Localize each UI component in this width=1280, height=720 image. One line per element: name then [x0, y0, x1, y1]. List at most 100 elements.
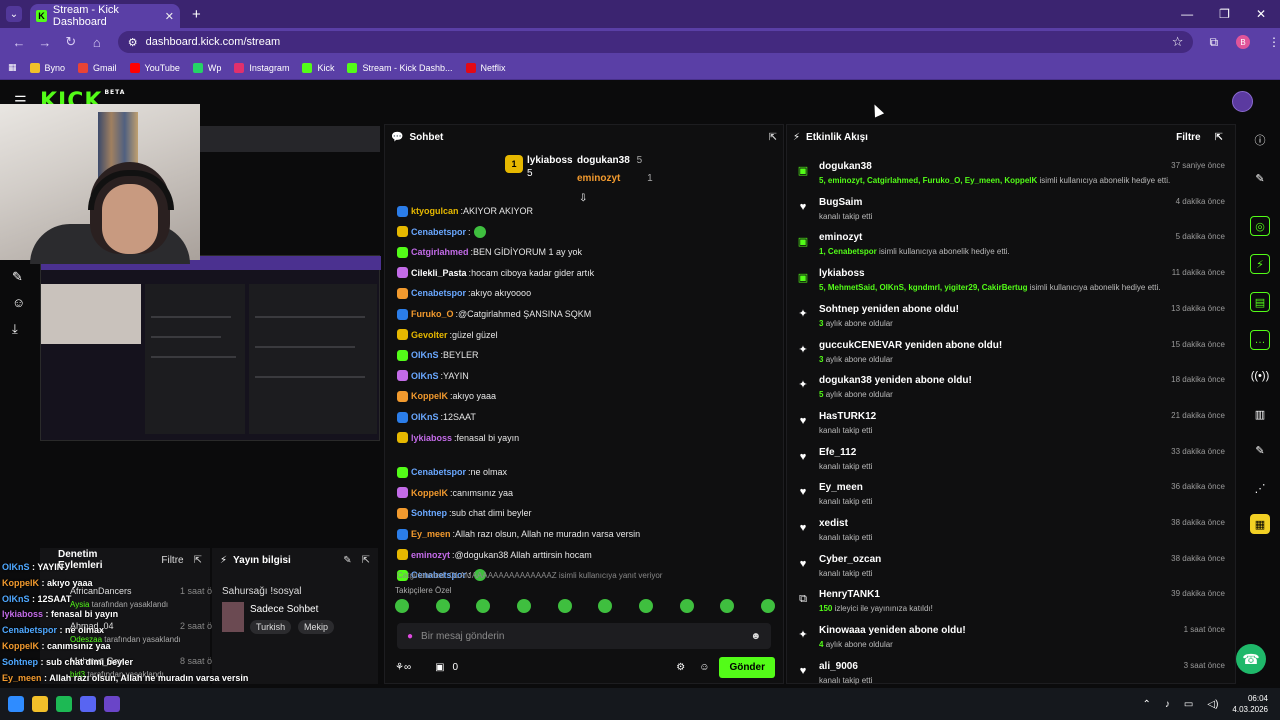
event-name[interactable]: Kinowaaa yeniden abone oldu!	[819, 625, 966, 636]
mic-icon[interactable]: ●	[407, 631, 413, 642]
send-button[interactable]: Gönder	[719, 656, 775, 678]
chevron-up-icon[interactable]: ⌃	[1143, 699, 1151, 710]
discord-icon[interactable]	[80, 696, 96, 712]
emote-icon[interactable]	[395, 599, 409, 613]
active-tab[interactable]: K Stream - Kick Dashboard ✕	[30, 4, 180, 28]
forward-icon[interactable]: →	[38, 35, 52, 50]
event-name[interactable]: dogukan38 yeniden abone oldu!	[819, 375, 972, 386]
wrench-icon[interactable]: ✎	[1250, 440, 1270, 460]
chat-username[interactable]: lykiaboss	[411, 433, 452, 443]
event-name[interactable]: Efe_112	[819, 447, 856, 458]
emote-icon[interactable]	[435, 599, 450, 613]
leaderboard-second[interactable]: dogukan38 5	[577, 155, 642, 166]
stream-preview[interactable]	[40, 255, 381, 441]
chat-input[interactable]: ● Bir mesaj gönderin ☻	[397, 623, 771, 649]
pause-chat-icon[interactable]: ⇩	[579, 193, 587, 204]
share-icon[interactable]: ⋰	[1250, 478, 1270, 498]
activity-filter-button[interactable]: Filtre	[1176, 132, 1200, 143]
network-icon[interactable]: ▭	[1184, 699, 1193, 710]
chat-username[interactable]: Cenabetspor	[411, 288, 466, 298]
chat-bubble-icon[interactable]: …	[1250, 330, 1270, 350]
chat-username[interactable]: Ey_meen	[411, 529, 451, 539]
emote-icon[interactable]	[720, 599, 735, 613]
popout-icon[interactable]: ⇱	[1215, 132, 1223, 143]
emote-icon[interactable]	[760, 599, 775, 613]
minimize-icon[interactable]: —	[1181, 7, 1193, 21]
edit-icon[interactable]: ✎	[343, 555, 351, 566]
gift-icon[interactable]: ▣	[435, 662, 444, 673]
restore-icon[interactable]: ❐	[1219, 7, 1230, 21]
event-name[interactable]: Cyber_ozcan	[819, 554, 881, 565]
tab-search-icon[interactable]: ⌄	[6, 6, 22, 22]
users-icon[interactable]: ☺	[699, 662, 709, 673]
chat-username[interactable]: Cenabetspor	[411, 467, 466, 477]
bookmark-item[interactable]: Byno	[29, 62, 65, 73]
points-icon[interactable]: ⚘∞	[395, 662, 411, 673]
bookmark-item[interactable]: Kick	[302, 62, 334, 73]
new-tab-icon[interactable]: +	[192, 6, 201, 23]
profile-avatar[interactable]: B	[1236, 35, 1250, 49]
event-name[interactable]: eminozyt	[819, 232, 862, 243]
url-field[interactable]: ⚙ dashboard.kick.com/stream ☆	[117, 31, 1194, 53]
chat-username[interactable]: OIKnS	[411, 371, 439, 381]
chat-username[interactable]: Sohtnep	[411, 508, 447, 518]
chat-username[interactable]: Gevolter	[411, 330, 448, 340]
start-icon[interactable]	[8, 696, 24, 712]
bolt-icon[interactable]: ⚡	[1250, 254, 1270, 274]
emote-icon[interactable]	[598, 599, 613, 613]
chat-username[interactable]: Furuko_O	[411, 309, 454, 319]
leaderboard-first[interactable]: 1 lykiaboss 5	[505, 155, 573, 179]
bookmark-item[interactable]: Gmail	[78, 62, 117, 73]
emote-icon[interactable]	[476, 599, 491, 613]
bookmark-item[interactable]: YouTube	[129, 62, 180, 73]
home-icon[interactable]: ⌂	[90, 35, 104, 50]
chat-username[interactable]: ktyogulcan	[411, 206, 459, 216]
chrome-icon[interactable]	[104, 696, 120, 712]
info-icon[interactable]: ⓘ	[1250, 130, 1270, 150]
clapper-icon[interactable]: ▦	[1250, 514, 1270, 534]
emote-icon[interactable]	[638, 599, 653, 613]
settings-icon[interactable]: ⚙	[676, 662, 685, 673]
event-name[interactable]: dogukan38	[819, 161, 872, 172]
menu-icon[interactable]: ⋮	[1268, 35, 1280, 49]
bookmark-item[interactable]: Netflix	[465, 62, 506, 73]
event-name[interactable]: lykiaboss	[819, 268, 865, 279]
chat-username[interactable]: Catgirlahmed	[411, 247, 469, 257]
emote-icon[interactable]	[557, 599, 572, 613]
mic-icon[interactable]: ♪	[1165, 699, 1170, 710]
printer-icon[interactable]: ▥	[1250, 404, 1270, 424]
back-icon[interactable]: ←	[12, 35, 26, 50]
bookmark-item[interactable]: Instagram	[234, 62, 289, 73]
popout-icon[interactable]: ⇱	[362, 555, 370, 566]
spotify-icon[interactable]	[56, 696, 72, 712]
support-icon[interactable]: ☎	[1236, 644, 1266, 674]
event-name[interactable]: BugSaim	[819, 197, 862, 208]
close-window-icon[interactable]: ✕	[1256, 7, 1266, 21]
event-name[interactable]: ali_9006	[819, 661, 858, 672]
bookmark-star-icon[interactable]: ☆	[1172, 34, 1184, 50]
pencil-icon[interactable]: ✎	[1250, 168, 1270, 188]
chat-username[interactable]: OIKnS	[411, 412, 439, 422]
chat-username[interactable]: Cenabetspor	[411, 227, 466, 237]
emoji-icon[interactable]: ☻	[750, 631, 761, 642]
chat-username[interactable]: eminozyt	[411, 550, 450, 560]
wrench-icon[interactable]: ✎	[12, 269, 23, 285]
download-icon[interactable]: ⤓	[12, 321, 18, 337]
users-icon[interactable]: ☺	[12, 295, 25, 310]
apps-grid-icon[interactable]: ▦	[8, 62, 17, 73]
reload-icon[interactable]: ↻	[64, 34, 78, 50]
event-name[interactable]: Ey_meen	[819, 482, 863, 493]
volume-icon[interactable]: ◁)	[1207, 699, 1218, 710]
emote-icon[interactable]	[679, 599, 694, 613]
broadcast-icon[interactable]: ((•))	[1250, 366, 1270, 386]
extensions-icon[interactable]: ⧉	[1209, 35, 1218, 50]
user-avatar[interactable]	[1232, 91, 1253, 112]
event-name[interactable]: guccukCENEVAR yeniden abone oldu!	[819, 340, 1002, 351]
emote-icon[interactable]	[516, 599, 531, 613]
tab-close-icon[interactable]: ✕	[165, 10, 174, 23]
leaderboard-third[interactable]: eminozyt 1	[577, 173, 653, 184]
chat-username[interactable]: OIKnS	[411, 350, 439, 360]
event-name[interactable]: HasTURK12	[819, 411, 876, 422]
bookmark-item[interactable]: Stream - Kick Dashb...	[347, 62, 453, 73]
event-name[interactable]: Sohtnep yeniden abone oldu!	[819, 304, 959, 315]
